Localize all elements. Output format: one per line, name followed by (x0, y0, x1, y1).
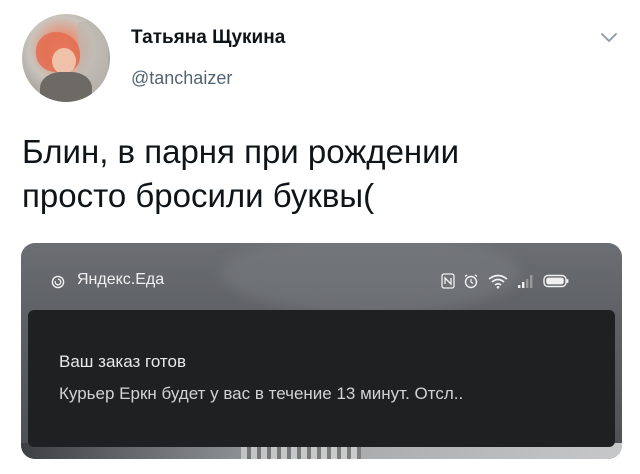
phone-status-bar: Яндекс.Еда (21, 243, 622, 305)
notification-title: Ваш заказ готов (59, 352, 186, 371)
tweet-text-line: просто бросили буквы( (22, 177, 375, 214)
tweet-text-line: Блин, в парня при рождении (22, 133, 460, 170)
alarm-icon (463, 273, 479, 289)
push-notification[interactable]: Ваш заказ готов Курьер Еркн будет у вас … (28, 310, 615, 447)
wifi-icon (487, 273, 509, 289)
chevron-down-icon[interactable] (599, 30, 619, 46)
system-icons (441, 271, 569, 291)
tweet-media[interactable]: Яндекс.Еда Ваш заказ готов Курьер Еркн б… (21, 243, 622, 459)
nfc-icon (441, 273, 455, 289)
author-handle[interactable]: @tanchaizer (131, 68, 232, 89)
app-label: Яндекс.Еда (77, 271, 165, 288)
avatar-body (40, 72, 92, 102)
author-display-name[interactable]: Татьяна Щукина (131, 27, 285, 49)
media-bottom-pattern (241, 445, 361, 459)
avatar-face (52, 48, 76, 74)
avatar[interactable] (22, 14, 110, 102)
notification-body: Курьер Еркн будет у вас в течение 13 мин… (59, 384, 464, 403)
signal-icon (517, 273, 535, 289)
tweet-text: Блин, в парня при рождении просто бросил… (22, 130, 622, 218)
yandex-eda-icon (51, 275, 65, 289)
battery-icon (543, 274, 569, 288)
